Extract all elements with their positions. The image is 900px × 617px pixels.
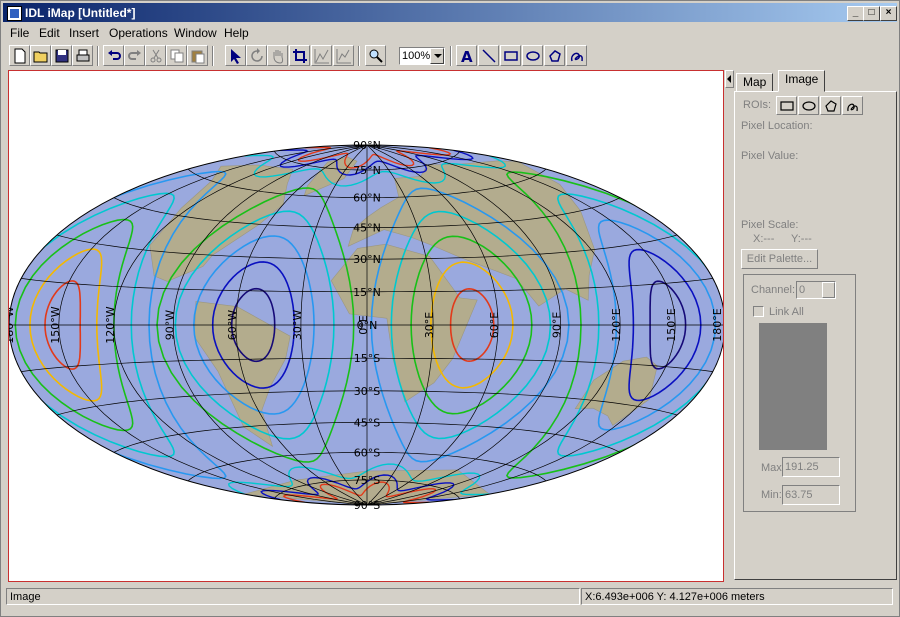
new-file-icon[interactable]	[9, 45, 30, 66]
menu-window[interactable]: Window	[174, 26, 217, 40]
chevron-down-icon[interactable]	[822, 282, 835, 298]
line-profile-icon[interactable]	[311, 45, 332, 66]
window-title: IDL iMap [Untitled*]	[25, 6, 136, 20]
toolbar-separator	[212, 46, 214, 66]
paste-icon[interactable]	[187, 45, 208, 66]
close-button[interactable]: ×	[880, 6, 897, 21]
link-all-label: Link All	[769, 306, 804, 318]
palette-swatch	[759, 323, 827, 450]
pixel-scale-y: Y:---	[791, 233, 812, 245]
toolbar-separator	[97, 46, 99, 66]
menu-edit[interactable]: Edit	[39, 26, 60, 40]
lat-label: 90°N	[353, 139, 381, 152]
roi-rectangle-icon[interactable]	[776, 96, 797, 115]
tab-map[interactable]: Map	[736, 73, 774, 92]
oval-icon[interactable]	[522, 45, 543, 66]
pixel-value-label: Pixel Value:	[741, 150, 799, 162]
lat-label: 60°S	[354, 446, 380, 459]
cut-icon[interactable]	[145, 45, 166, 66]
lat-label: 75°S	[354, 474, 380, 487]
pixel-location-label: Pixel Location:	[741, 120, 813, 132]
app-window: IDL iMap [Untitled*] _ □ × File Edit Ins…	[0, 0, 900, 617]
menu-insert[interactable]: Insert	[69, 26, 99, 40]
surface-icon[interactable]	[333, 45, 354, 66]
lon-label: 30°E	[423, 312, 436, 338]
lat-label: 45°S	[354, 416, 380, 429]
lon-label: 120°E	[610, 308, 623, 341]
zoom-magnifier-icon[interactable]	[365, 45, 386, 66]
rois-label: ROIs:	[743, 99, 772, 111]
minimize-button[interactable]: _	[847, 6, 864, 21]
min-field[interactable]: 63.75	[782, 485, 840, 505]
lat-label: 15°S	[354, 352, 380, 365]
roi-polygon-icon[interactable]	[820, 96, 841, 115]
lat-label: 45°N	[353, 222, 381, 235]
lon-label: 120°W	[104, 306, 117, 343]
rotate-icon[interactable]	[246, 45, 267, 66]
copy-icon[interactable]	[166, 45, 187, 66]
title-bar[interactable]: IDL iMap [Untitled*] _ □ ×	[3, 3, 897, 22]
toolbar: 100% A	[3, 44, 897, 70]
open-folder-icon[interactable]	[30, 45, 51, 66]
lon-label: 60°E	[488, 312, 501, 338]
polygon-icon[interactable]	[544, 45, 565, 66]
map-canvas[interactable]: 90°N 75°N 60°N 45°N 30°N 15°N 0°N 15°S 30°S 45°S 6…	[8, 70, 724, 582]
undo-icon[interactable]	[103, 45, 124, 66]
freehand-icon[interactable]	[566, 45, 587, 66]
lon-label: 150°E	[665, 308, 678, 341]
menu-operations[interactable]: Operations	[109, 26, 168, 40]
menu-file[interactable]: File	[10, 26, 29, 40]
pixel-scale-label: Pixel Scale:	[741, 219, 799, 231]
max-field[interactable]: 191.25	[782, 457, 840, 477]
link-all-checkbox[interactable]	[753, 306, 764, 317]
channel-select[interactable]: 0	[796, 281, 836, 299]
lat-label: 15°N	[353, 286, 381, 299]
lat-label: 75°N	[353, 164, 381, 177]
roi-oval-icon[interactable]	[798, 96, 819, 115]
menu-bar: File Edit Insert Operations Window Help	[3, 24, 897, 42]
lon-label: 180°E	[711, 308, 723, 341]
redo-icon[interactable]	[124, 45, 145, 66]
chevron-down-icon[interactable]	[430, 48, 444, 64]
min-label: Min:	[761, 489, 782, 501]
maximize-button[interactable]: □	[863, 6, 880, 21]
toolbar-separator	[358, 46, 360, 66]
lon-label: 180°W	[9, 306, 16, 343]
status-coordinates: X:6.493e+006 Y: 4.127e+006 meters	[581, 588, 893, 605]
hammer-map-plot[interactable]: 90°N75°N60°N45°N30°N15°N0°N15°S30°S45°S6…	[9, 71, 723, 581]
edit-palette-button[interactable]: Edit Palette...	[741, 249, 818, 269]
zoom-value: 100%	[402, 50, 431, 62]
svg-text:A: A	[461, 48, 473, 64]
lon-label: 90°W	[163, 310, 176, 340]
lon-label: 150°W	[49, 306, 62, 343]
print-icon[interactable]	[72, 45, 93, 66]
lon-label: 0°E	[357, 315, 370, 334]
lat-label: 30°N	[353, 253, 381, 266]
select-arrow-icon[interactable]	[225, 45, 246, 66]
status-left: Image	[6, 588, 580, 605]
lat-label: 90°S	[354, 499, 380, 512]
idl-app-icon	[7, 6, 22, 21]
pan-hand-icon[interactable]	[267, 45, 288, 66]
pixel-scale-x: X:---	[753, 233, 775, 245]
text-icon[interactable]: A	[456, 45, 477, 66]
rectangle-icon[interactable]	[500, 45, 521, 66]
tab-image[interactable]: Image	[778, 70, 826, 92]
status-bar: Image X:6.493e+006 Y: 4.127e+006 meters	[3, 588, 897, 606]
crop-icon[interactable]	[289, 45, 310, 66]
lat-label: 30°S	[354, 385, 380, 398]
zoom-select[interactable]: 100%	[399, 47, 445, 65]
lon-label: 90°E	[551, 312, 564, 338]
channel-value: 0	[799, 284, 806, 296]
channel-label: Channel:	[751, 284, 796, 296]
save-icon[interactable]	[51, 45, 72, 66]
lat-label: 60°N	[353, 192, 381, 205]
toolbar-separator	[450, 46, 452, 66]
menu-help[interactable]: Help	[224, 26, 249, 40]
collapse-panel-button[interactable]	[725, 70, 734, 88]
line-icon[interactable]	[478, 45, 499, 66]
lon-label: 60°W	[226, 310, 239, 340]
roi-freehand-icon[interactable]	[842, 96, 863, 115]
lon-label: 30°W	[291, 310, 304, 340]
